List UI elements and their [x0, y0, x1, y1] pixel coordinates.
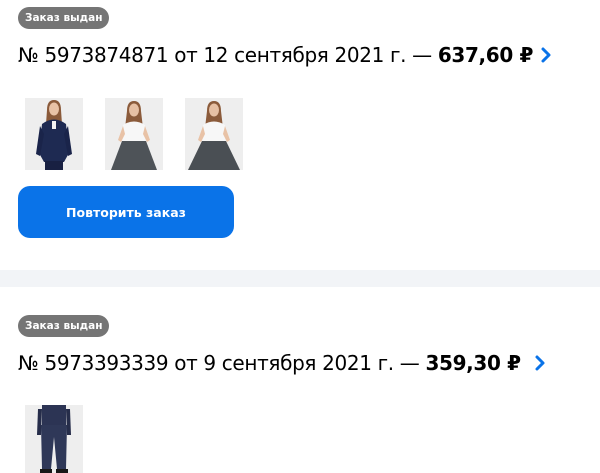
product-thumbnail[interactable] — [25, 98, 83, 170]
order-title-row[interactable]: № 5973874871 от 12 сентября 2021 г. — 63… — [18, 40, 558, 70]
order-title[interactable]: № 5973393339 от 9 сентября 2021 г. — 359… — [18, 348, 521, 378]
section-divider — [0, 270, 600, 287]
status-badge: Заказ выдан — [18, 315, 110, 337]
repeat-order-button[interactable]: Повторить заказ — [18, 186, 234, 238]
status-badge: Заказ выдан — [18, 7, 110, 29]
chevron-right-icon[interactable] — [526, 348, 556, 378]
girl-in-navy-cardigan-icon — [25, 98, 83, 170]
order-card: Заказ выдан № 5973874871 от 12 сентября … — [0, 0, 600, 270]
girl-in-white-blouse-grey-skirt-icon — [105, 98, 163, 170]
girl-in-white-blouse-grey-skirt-icon — [185, 98, 243, 170]
chevron-right-icon[interactable] — [532, 40, 562, 70]
order-title[interactable]: № 5973874871 от 12 сентября 2021 г. — 63… — [18, 40, 533, 70]
order-number-date: № 5973393339 от 9 сентября 2021 г. — — [18, 351, 426, 375]
order-card: Заказ выдан № 5973393339 от 9 сентября 2… — [0, 287, 600, 473]
order-number-date: № 5973874871 от 12 сентября 2021 г. — — [18, 43, 438, 67]
product-thumbnail[interactable] — [185, 98, 243, 170]
product-thumbnail[interactable] — [25, 405, 83, 473]
order-title-row[interactable]: № 5973393339 от 9 сентября 2021 г. — 359… — [18, 348, 558, 378]
navy-school-trousers-icon — [25, 405, 83, 473]
order-total: 637,60 ₽ — [437, 43, 534, 67]
order-total: 359,30 ₽ — [425, 351, 521, 375]
product-thumbnail[interactable] — [105, 98, 163, 170]
